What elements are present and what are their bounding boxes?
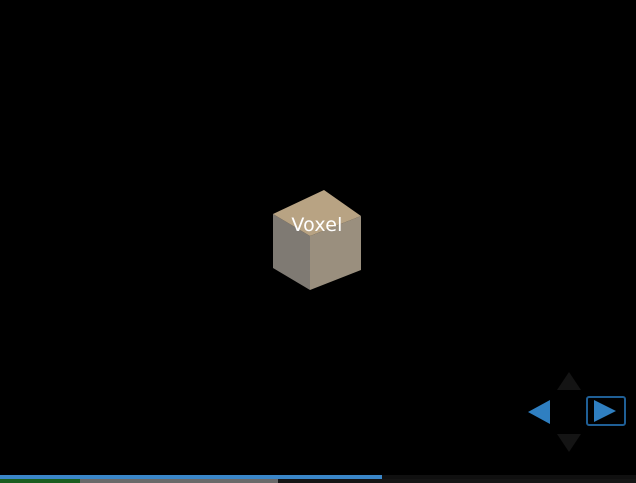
viewport[interactable]: Voxel	[0, 0, 636, 483]
nav-down-button[interactable]	[556, 432, 582, 452]
timeline-segment	[80, 479, 278, 483]
navigation-pad	[526, 372, 630, 452]
nav-left-button[interactable]	[526, 398, 552, 426]
voxel-label: Voxel	[291, 214, 343, 236]
cube-icon	[273, 190, 361, 290]
timeline-segment	[278, 479, 636, 483]
nav-up-button[interactable]	[556, 372, 582, 392]
status-bar	[0, 475, 636, 483]
arrow-down-icon	[557, 434, 581, 452]
nav-right-button[interactable]	[586, 396, 626, 426]
timeline-segment	[0, 479, 80, 483]
arrow-up-icon	[557, 372, 581, 390]
arrow-left-icon	[528, 400, 550, 424]
timeline-strip[interactable]	[0, 479, 636, 483]
arrow-right-icon	[594, 400, 616, 422]
voxel-cube[interactable]: Voxel	[270, 188, 364, 292]
